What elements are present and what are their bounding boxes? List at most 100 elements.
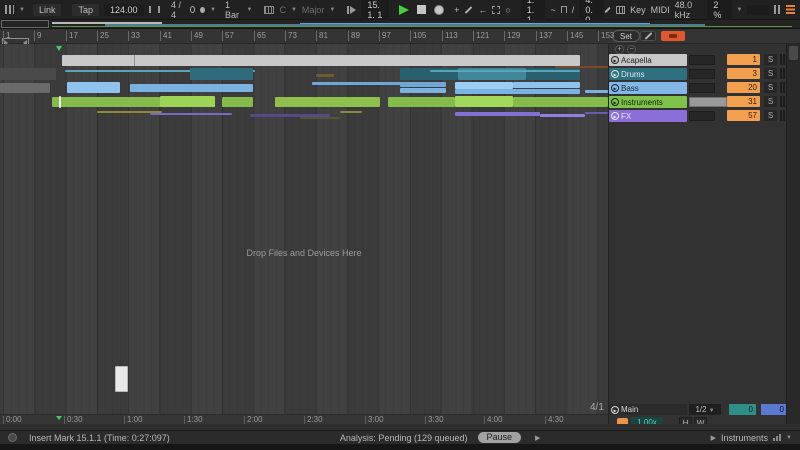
main-track-play-icon[interactable]: ▶	[611, 406, 619, 414]
session-record-icon[interactable]	[492, 6, 500, 14]
arrangement-clip[interactable]	[0, 83, 50, 93]
hamburger-menu-icon[interactable]	[786, 5, 795, 14]
arrangement-clip[interactable]	[340, 111, 362, 113]
track-header-fx[interactable]: ▶FX 57 S	[609, 110, 787, 122]
track-name-cell[interactable]: ▶Bass	[609, 82, 687, 94]
loop-switch-icon[interactable]	[561, 6, 567, 13]
arrangement-clip[interactable]	[455, 82, 513, 89]
set-locator-button[interactable]: Set	[612, 30, 640, 42]
time-signature-field[interactable]: 4 / 4	[171, 0, 182, 20]
track-header-acapella[interactable]: ▶Acapella1S	[609, 54, 787, 66]
root-note-menu[interactable]: C	[279, 5, 286, 15]
track-name-cell[interactable]: ▶Drums	[609, 68, 687, 80]
capture-midi-button[interactable]: ○	[505, 5, 510, 15]
track-device-slot[interactable]	[689, 111, 715, 121]
bar-ruler[interactable]: Set 191725334149576573818997105113121129…	[0, 29, 800, 44]
arrangement-clip[interactable]	[190, 68, 253, 80]
arrangement-clip[interactable]	[585, 112, 608, 114]
track-device-slot[interactable]	[689, 83, 715, 93]
chevron-down-icon[interactable]: ▼	[246, 7, 252, 13]
stop-button[interactable]	[417, 5, 426, 14]
arrangement-clip[interactable]	[455, 89, 580, 94]
link-button[interactable]: Link	[33, 4, 62, 16]
track-solo-button[interactable]: S	[764, 96, 777, 107]
record-button[interactable]	[434, 5, 444, 15]
follow-icon[interactable]	[347, 6, 356, 14]
arrangement-clip[interactable]	[316, 74, 334, 77]
track-solo-button[interactable]: S	[764, 82, 777, 93]
punch-out-icon[interactable]: /	[572, 5, 575, 15]
track-play-icon[interactable]: ▶	[611, 98, 619, 106]
track-device-slot[interactable]	[689, 55, 715, 65]
optimize-width-button[interactable]: −	[627, 45, 636, 54]
optimize-height-button[interactable]: +	[615, 45, 624, 54]
main-grid-menu[interactable]: 1/2▼	[689, 404, 721, 415]
chevron-down-icon[interactable]: ▼	[19, 7, 25, 13]
arrangement-clip[interactable]	[160, 96, 215, 107]
expand-icon[interactable]: ▶	[711, 434, 716, 442]
arrangement-clip[interactable]	[540, 114, 585, 117]
automation-arm-icon[interactable]	[465, 6, 473, 14]
metronome-options-icon[interactable]: ▼	[210, 7, 216, 13]
cpu-load-field[interactable]: 2 %	[707, 0, 731, 21]
track-name-cell[interactable]: ▶FX	[609, 110, 687, 122]
re-enable-automation-icon[interactable]: ←	[478, 5, 487, 15]
arrangement-start-marker-icon[interactable]	[56, 46, 62, 51]
chevron-down-icon[interactable]: ▼	[737, 7, 743, 13]
draw-automation-button[interactable]	[640, 31, 656, 41]
track-routing-value[interactable]: 1	[727, 54, 760, 65]
scale-icon[interactable]	[264, 6, 274, 14]
chevron-down-icon[interactable]: ▼	[786, 435, 792, 441]
arrangement-clip[interactable]	[513, 82, 580, 88]
track-play-icon[interactable]: ▶	[611, 70, 619, 78]
arrangement-clip[interactable]	[455, 112, 540, 116]
track-solo-button[interactable]: S	[764, 54, 777, 65]
track-routing-value[interactable]: 31	[727, 96, 760, 107]
arrangement-clip[interactable]	[455, 96, 513, 107]
track-header-bass[interactable]: ▶Bass20S	[609, 82, 787, 94]
metronome-icon[interactable]	[190, 6, 196, 13]
overdub-button[interactable]: +	[454, 5, 459, 15]
quantize-menu[interactable]: 1 Bar	[225, 0, 242, 20]
arrangement-clip[interactable]	[59, 96, 61, 108]
track-solo-button[interactable]: S	[764, 110, 777, 121]
arrangement-area[interactable]: Drop Files and Devices Here	[0, 44, 608, 414]
track-device-slot[interactable]	[689, 97, 727, 107]
arrangement-position-field[interactable]: 15. 1. 1	[361, 0, 389, 21]
track-solo-button[interactable]: S	[764, 68, 777, 79]
tempo-field[interactable]: 124.00	[104, 4, 144, 16]
track-header-drums[interactable]: ▶Drums3S	[609, 68, 787, 80]
computer-midi-keyboard-icon[interactable]	[616, 6, 625, 14]
nudge-up-icon[interactable]	[158, 6, 162, 13]
nudge-down-icon[interactable]	[149, 6, 153, 13]
punch-in-icon[interactable]: ~	[550, 5, 555, 15]
arrangement-clip[interactable]	[585, 90, 608, 93]
track-routing-value[interactable]: 57	[727, 110, 760, 121]
vertical-scrollbar[interactable]	[786, 44, 800, 430]
main-send-a-value[interactable]: 0	[729, 404, 756, 415]
midi-map-button[interactable]: MIDI	[651, 5, 670, 15]
scale-name-menu[interactable]: Major	[302, 5, 325, 15]
arrangement-clip[interactable]	[513, 97, 608, 107]
view-toggle[interactable]: ▼	[5, 5, 25, 14]
arrangement-clip[interactable]	[388, 97, 455, 107]
track-play-icon[interactable]: ▶	[611, 56, 619, 64]
track-device-slot[interactable]	[689, 69, 715, 79]
arrangement-clip[interactable]	[275, 97, 380, 107]
scrollbar-thumb[interactable]	[789, 46, 798, 60]
arrangement-clip[interactable]	[130, 84, 253, 92]
metronome-beat-icon[interactable]	[200, 7, 205, 13]
arrangement-overview[interactable]	[0, 20, 800, 29]
arrangement-clip[interactable]	[0, 68, 56, 80]
arrangement-clip[interactable]	[150, 113, 232, 115]
arrangement-overdub-button[interactable]	[661, 31, 685, 41]
arrangement-clip[interactable]	[62, 55, 580, 66]
track-name-cell[interactable]: ▶Instruments	[609, 96, 687, 108]
play-button[interactable]	[399, 5, 409, 15]
track-play-icon[interactable]: ▶	[611, 84, 619, 92]
selected-track-label[interactable]: Instruments	[721, 433, 768, 443]
time-ruler[interactable]: 0:000:301:001:302:002:303:003:304:004:30	[0, 414, 608, 424]
main-send-b-value[interactable]: 0	[761, 404, 787, 415]
resume-icon[interactable]: ▶	[535, 434, 540, 442]
tap-tempo-button[interactable]: Tap	[72, 4, 99, 16]
